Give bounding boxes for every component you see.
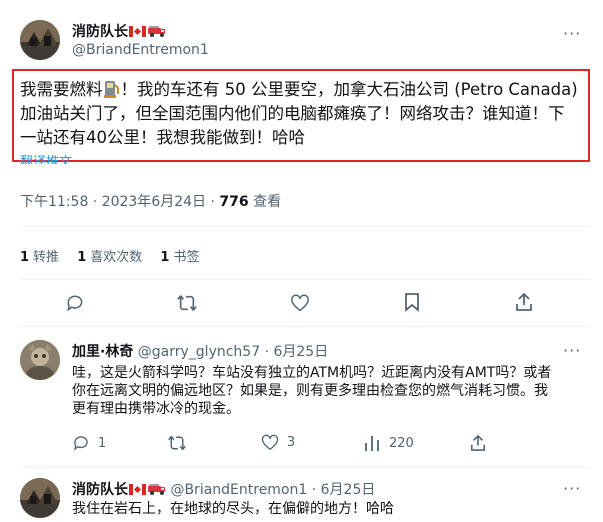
reply-author-name[interactable]: 消防队长 [72, 482, 166, 498]
views-button[interactable]: 220 [363, 434, 414, 452]
tweet-text: 我需要燃料 ！我的车还有 50 公里要空，加拿大石油公司 (Petro Canad… [20, 78, 590, 150]
tweet-stats: 1 转推 1 喜欢次数 1 书签 [20, 246, 213, 265]
views-label: 查看 [248, 194, 282, 210]
more-icon[interactable]: ··· [563, 479, 581, 498]
reply-handle-date[interactable]: @garry_glynch57 · 6月25日 [138, 344, 328, 360]
divider [20, 279, 590, 280]
reply-icon [73, 436, 88, 451]
like-button[interactable]: 3 [261, 434, 295, 451]
likes-stat[interactable]: 1 喜欢次数 [77, 250, 142, 265]
canada-flag-icon [129, 26, 146, 37]
retweet-icon [168, 436, 186, 450]
reply-avatar[interactable] [20, 340, 60, 380]
reply-icon[interactable] [65, 293, 85, 313]
firetruck-icon [148, 26, 165, 37]
reply-author-name[interactable]: 加里·林奇 [72, 344, 133, 360]
author-name-text: 消防队长 [72, 24, 128, 40]
tweet-line-3: 一站还有40公里！我想我能做到！哈哈 [20, 128, 305, 147]
translate-link[interactable]: 翻译推文 [20, 154, 72, 164]
author-display-name[interactable]: 消防队长 [72, 21, 166, 41]
view-count: 220 [389, 435, 414, 451]
reply-avatar[interactable] [20, 478, 60, 518]
more-icon[interactable]: ··· [563, 24, 581, 43]
reply-actions: 1 3 220 [0, 434, 603, 454]
share-icon [470, 434, 486, 451]
reply-handle-date[interactable]: @BriandEntremon1 · 6月25日 [170, 482, 375, 498]
bookmarks-stat[interactable]: 1 书签 [160, 250, 199, 265]
share-button[interactable] [470, 434, 486, 452]
share-icon[interactable] [515, 292, 533, 312]
author-handle[interactable]: @BriandEntremon1 [72, 42, 209, 58]
author-avatar[interactable] [20, 20, 60, 60]
reply-line: 我住在岩石上，在地球的尽头，在偏僻的地方！哈哈 [72, 501, 394, 517]
retweets-stat[interactable]: 1 转推 [20, 250, 59, 265]
divider [20, 467, 590, 468]
retweet-button[interactable] [167, 434, 195, 452]
like-icon [261, 434, 279, 451]
reply-line: 你在远离文明的偏远地区？如果是，则有更多理由检查您的燃气消耗习惯。我 [72, 383, 548, 399]
reply-text: 我住在岩石上，在地球的尽头，在偏僻的地方！哈哈 [72, 500, 592, 518]
divider [20, 226, 590, 227]
tweet-line-2: 加油站关门了，但全国范围内他们的电脑都瘫痪了！网络攻击？谁知道！下 [20, 104, 565, 123]
fuel-pump-icon [103, 81, 119, 98]
firetruck-icon [148, 484, 165, 495]
reply-count: 1 [98, 435, 107, 451]
more-icon[interactable]: ··· [563, 341, 581, 360]
bookmark-icon[interactable] [404, 292, 420, 312]
like-icon[interactable] [290, 294, 310, 312]
canada-flag-icon [129, 484, 146, 495]
like-count: 3 [287, 435, 296, 450]
tweet-meta: 下午11:58 · 2023年6月24日 · 776 查看 [20, 191, 281, 211]
views-icon [365, 436, 379, 451]
tweet-line-1: 我需要燃料 ！我的车还有 50 公里要空，加拿大石油公司 (Petro Canad… [20, 80, 578, 99]
reply-text: 哇，这是火箭科学吗？车站没有独立的ATM机吗？近距离内没有AMT吗？或者 你在远… [72, 364, 592, 418]
reply-line: 哇，这是火箭科学吗？车站没有独立的ATM机吗？近距离内没有AMT吗？或者 [72, 365, 552, 381]
reply-line: 更有理由携带冰冷的现金。 [72, 401, 240, 417]
reply-header: 加里·林奇 @garry_glynch57 · 6月25日 [72, 341, 328, 361]
views-count: 776 [219, 194, 249, 210]
reply-header: 消防队长 @BriandEntremon1 · 6月25日 [72, 479, 375, 499]
retweet-icon[interactable] [176, 293, 198, 313]
reply-button[interactable]: 1 [72, 434, 106, 452]
timestamp[interactable]: 下午11:58 · 2023年6月24日 · [20, 194, 219, 210]
divider [20, 326, 590, 327]
